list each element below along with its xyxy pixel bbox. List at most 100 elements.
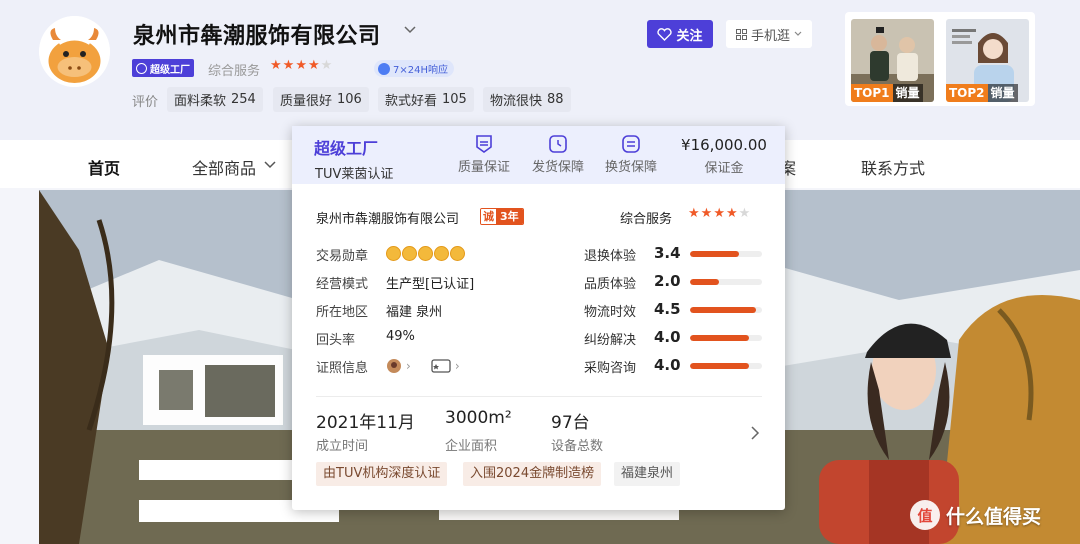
review-tag[interactable]: 款式好看 105	[378, 87, 474, 112]
area-value: 3000m²	[445, 408, 512, 428]
exchange-guarantee[interactable]: 换货保障	[594, 134, 668, 175]
medal-icon	[418, 246, 433, 261]
nav-item-all-products[interactable]: 全部商品	[192, 155, 256, 179]
shipping-guarantee[interactable]: 发货保障	[521, 134, 595, 175]
review-tag-label: 物流很快	[490, 94, 543, 109]
heart-plus-icon	[657, 27, 673, 41]
supplier-info-popup: 超级工厂 TUV莱茵认证 质量保证 发货保障 换货保障 ¥16,000.00 保…	[292, 126, 785, 510]
top-rank: TOP1	[851, 84, 893, 102]
row-label: 回头率	[316, 333, 356, 348]
metric-label: 物流时效	[584, 305, 637, 320]
guarantee-label: 发货保障	[531, 160, 584, 175]
top-rank-badge: TOP2 销量	[946, 84, 1018, 102]
chevron-down-icon[interactable]	[403, 23, 417, 37]
watermark-logo: 值	[910, 500, 940, 530]
top-rank: TOP2	[946, 84, 988, 102]
license-icons[interactable]: › ›	[386, 358, 460, 374]
deposit-amount: ¥16,000.00	[681, 136, 767, 154]
star-icon: ★	[270, 58, 282, 73]
metric-bar	[690, 251, 762, 257]
metric-value: 3.4	[654, 244, 681, 262]
top-products-panel: TOP1 销量 TOP2 销量	[845, 12, 1035, 106]
chevron-down-icon[interactable]	[264, 161, 276, 169]
response-badge: 7×24H响应	[374, 60, 454, 77]
review-label: 评价	[132, 95, 159, 110]
repurchase-rate-value: 49%	[386, 329, 415, 344]
integrity-years-badge: 诚 3年	[480, 208, 524, 225]
chevron-right-icon: ›	[406, 359, 411, 373]
review-tag[interactable]: 面料柔软 254	[167, 87, 263, 112]
review-tag-label: 款式好看	[385, 94, 438, 109]
nav-item-contact[interactable]: 联系方式	[861, 155, 925, 179]
top-rank-badge: TOP1 销量	[851, 84, 923, 102]
highlight-tag[interactable]: 由TUV机构深度认证	[316, 462, 448, 486]
star-icon: ★	[713, 206, 725, 221]
review-tag[interactable]: 物流很快 88	[483, 87, 571, 112]
region-value: 福建 泉州	[386, 305, 443, 320]
chevron-right-icon[interactable]	[750, 426, 760, 440]
star-empty-icon: ★	[738, 206, 751, 221]
metric-label: 采购咨询	[584, 361, 637, 376]
popup-company-name[interactable]: 泉州市犇潮服饰有限公司	[316, 208, 459, 227]
integrity-years: 3年	[496, 209, 523, 224]
star-icon: ★	[700, 206, 713, 221]
review-tag-label: 面料柔软	[174, 94, 227, 109]
metric-label: 纠纷解决	[584, 333, 637, 348]
popup-header: 超级工厂 TUV莱茵认证 质量保证 发货保障 换货保障 ¥16,000.00 保…	[292, 126, 785, 184]
metric-value: 4.0	[654, 328, 681, 346]
super-factory-badge: 超级工厂	[132, 59, 194, 77]
popup-divider	[316, 396, 762, 397]
clock-icon	[549, 135, 567, 153]
metric-value: 4.5	[654, 300, 681, 318]
review-tag-count: 254	[231, 92, 256, 107]
popup-subtitle: TUV莱茵认证	[315, 167, 394, 182]
super-factory-label: 超级工厂	[150, 64, 190, 76]
area-label: 企业面积	[445, 439, 498, 454]
chevron-down-icon	[794, 31, 802, 36]
star-icon: ★	[725, 206, 738, 221]
deposit-info: ¥16,000.00 保证金	[674, 136, 774, 176]
follow-button[interactable]: 关注	[647, 20, 713, 48]
top-rank-label: 销量	[987, 84, 1018, 102]
guarantee-label: 换货保障	[604, 160, 657, 175]
metric-bar	[690, 335, 762, 341]
quality-guarantee[interactable]: 质量保证	[447, 134, 521, 175]
site-watermark: 值 什么值得买	[910, 500, 1041, 530]
medal-icon	[450, 246, 465, 261]
response-badge-label: 7×24H响应	[393, 65, 448, 76]
review-tag[interactable]: 质量很好 106	[273, 87, 369, 112]
equipment-label: 设备总数	[551, 439, 604, 454]
row-label: 经营模式	[316, 277, 369, 292]
star-empty-icon: ★	[320, 58, 333, 73]
founded-label: 成立时间	[316, 439, 369, 454]
integrity-label: 诚	[481, 209, 496, 224]
chevron-right-icon: ›	[454, 359, 460, 373]
metric-bar	[690, 363, 762, 369]
metric-value: 2.0	[654, 272, 681, 290]
store-name[interactable]: 泉州市犇潮服饰有限公司	[133, 18, 381, 50]
medal-icon	[386, 246, 401, 261]
service-label: 综合服务	[208, 64, 261, 79]
top-product-card[interactable]: TOP2 销量	[946, 19, 1029, 102]
popup-title: 超级工厂	[314, 139, 379, 158]
mobile-browse-label: 手机逛	[750, 28, 790, 44]
highlight-tag[interactable]: 入围2024金牌制造榜	[463, 462, 602, 486]
highlight-tag[interactable]: 福建泉州	[614, 462, 681, 486]
store-header: 泉州市犇潮服饰有限公司 超级工厂 综合服务 ★ ★ ★ ★ ★ 7×24H响应 …	[0, 0, 1080, 140]
review-tag-count: 106	[337, 92, 362, 107]
mobile-browse-button[interactable]: 手机逛	[726, 20, 812, 48]
top-product-card[interactable]: TOP1 销量	[851, 19, 934, 102]
nav-item-home[interactable]: 首页	[88, 155, 120, 179]
row-label: 交易勋章	[316, 249, 369, 264]
metric-bar	[690, 279, 762, 285]
clock-icon	[378, 62, 390, 75]
service-stars: ★ ★ ★ ★ ★	[270, 59, 332, 72]
trade-medals[interactable]	[386, 246, 465, 261]
top-rank-label: 销量	[892, 84, 923, 102]
metric-label: 退换体验	[584, 249, 637, 264]
star-icon: ★	[688, 206, 700, 221]
business-model-value: 生产型[已认证]	[386, 277, 475, 292]
metric-bar	[690, 307, 762, 313]
store-avatar[interactable]	[39, 16, 110, 87]
review-tag-count: 88	[547, 92, 564, 107]
